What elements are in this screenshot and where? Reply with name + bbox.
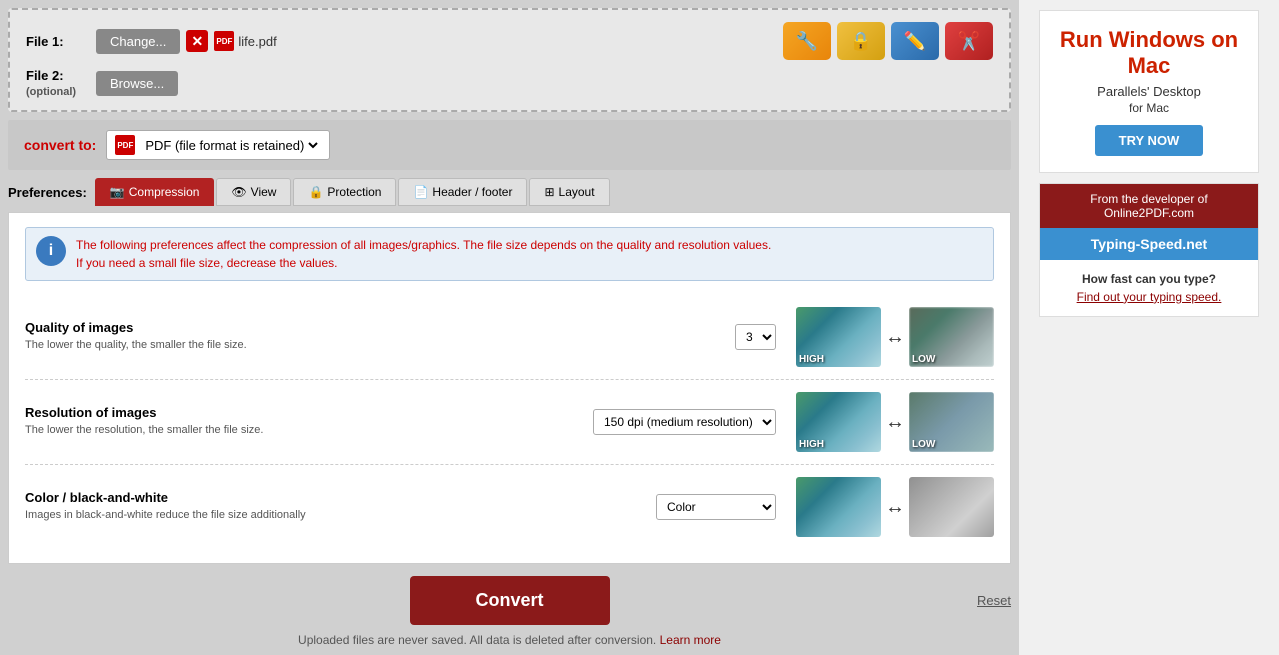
resolution-high-preview: HIGH: [796, 392, 881, 452]
sidebar: Run Windows on Mac Parallels' Desktop fo…: [1019, 0, 1279, 655]
quality-arrow-icon: ↔: [885, 326, 905, 349]
resolution-low-label: LOW: [912, 439, 935, 450]
learn-more-link[interactable]: Learn more: [660, 633, 721, 647]
info-line2: If you need a small file size, decrease …: [76, 256, 337, 270]
resolution-pref-item: Resolution of images The lower the resol…: [25, 380, 994, 465]
protection-tab-label: Protection: [327, 185, 381, 199]
quality-control[interactable]: 1 2 3 4 5: [735, 324, 776, 350]
tools-button[interactable]: 🔧: [783, 22, 831, 60]
quality-image-preview: HIGH ↔ LOW: [796, 307, 994, 367]
resolution-desc: The lower the resolution, the smaller th…: [25, 423, 573, 438]
preferences-row: Preferences: 📷 Compression 👁 View 🔒 Prot…: [8, 178, 1011, 206]
color-high-preview: [796, 477, 881, 537]
change-button[interactable]: Change...: [96, 29, 180, 54]
toolbar-icons: 🔧 🔒 ✏️ ✂️: [783, 22, 993, 60]
filename: life.pdf: [238, 34, 276, 49]
resolution-low-preview: LOW: [909, 392, 994, 452]
color-title: Color / black-and-white: [25, 490, 636, 505]
color-desc: Images in black-and-white reduce the fil…: [25, 508, 636, 523]
developer-promo-question: How fast can you type?: [1082, 272, 1216, 286]
developer-promo-name[interactable]: Typing-Speed.net: [1040, 228, 1258, 260]
quality-high-preview: HIGH: [796, 307, 881, 367]
tab-compression[interactable]: 📷 Compression: [95, 178, 215, 206]
sidebar-ad-para: for Mac: [1056, 101, 1242, 115]
try-now-button[interactable]: TRY NOW: [1095, 125, 1204, 156]
preferences-label: Preferences:: [8, 185, 87, 200]
color-bw-preview: [909, 477, 994, 537]
color-control[interactable]: Color Black-and-white: [656, 494, 776, 520]
edit-button[interactable]: ✏️: [891, 22, 939, 60]
tab-protection[interactable]: 🔒 Protection: [293, 178, 396, 206]
quality-low-preview: LOW: [909, 307, 994, 367]
color-arrow-icon: ↔: [885, 496, 905, 519]
tab-view[interactable]: 👁 View: [216, 178, 291, 206]
quality-select[interactable]: 1 2 3 4 5: [735, 324, 776, 350]
format-pdf-icon: PDF: [115, 135, 135, 155]
quality-low-label: LOW: [912, 354, 935, 365]
resolution-image-preview: HIGH ↔ LOW: [796, 392, 994, 452]
view-tab-label: View: [251, 185, 277, 199]
info-text: The following preferences affect the com…: [76, 236, 771, 272]
preferences-content: i The following preferences affect the c…: [8, 212, 1011, 564]
developer-promo-text: How fast can you type? Find out your typ…: [1040, 260, 1258, 316]
developer-from: From the developer of Online2PDF.com: [1040, 184, 1258, 228]
resolution-select[interactable]: 72 dpi (low resolution) 96 dpi (screen r…: [593, 409, 776, 435]
sidebar-ad-title: Run Windows on Mac: [1056, 27, 1242, 80]
quality-high-label: HIGH: [799, 354, 824, 365]
info-line1: The following preferences affect the com…: [76, 238, 771, 252]
quality-desc: The lower the quality, the smaller the f…: [25, 338, 715, 353]
file2-optional: (optional): [26, 86, 76, 98]
header-footer-tab-icon: 📄: [413, 185, 428, 199]
convert-btn-row: Convert Reset: [8, 576, 1011, 625]
color-image-preview: ↔: [796, 477, 994, 537]
resolution-title: Resolution of images: [25, 405, 573, 420]
tab-header-footer[interactable]: 📄 Header / footer: [398, 178, 527, 206]
view-tab-icon: 👁: [231, 185, 246, 199]
sidebar-ad-subtitle: Parallels' Desktop: [1056, 84, 1242, 99]
sidebar-developer-box: From the developer of Online2PDF.com Typ…: [1039, 183, 1259, 317]
pdf-badge: PDF: [214, 31, 234, 51]
file2-label-group: File 2: (optional): [26, 68, 96, 98]
compression-tab-label: Compression: [129, 185, 200, 199]
header-footer-tab-label: Header / footer: [432, 185, 512, 199]
color-select[interactable]: Color Black-and-white: [656, 494, 776, 520]
info-box: i The following preferences affect the c…: [25, 227, 994, 281]
preferences-tabs: 📷 Compression 👁 View 🔒 Protection 📄 Head…: [95, 178, 610, 206]
resolution-high-label: HIGH: [799, 439, 824, 450]
layout-tab-label: Layout: [559, 185, 595, 199]
footer-message: Uploaded files are never saved. All data…: [298, 633, 656, 647]
info-icon: i: [36, 236, 66, 266]
convert-to-row: convert to: PDF PDF (file format is reta…: [8, 120, 1011, 170]
developer-promo-link[interactable]: Find out your typing speed.: [1077, 290, 1222, 304]
quality-pref-left: Quality of images The lower the quality,…: [25, 320, 715, 353]
convert-button[interactable]: Convert: [410, 576, 610, 625]
pdf-file-indicator: PDF life.pdf: [214, 31, 276, 51]
lock-button[interactable]: 🔒: [837, 22, 885, 60]
developer-from-text: From the developer of: [1090, 192, 1207, 206]
format-select-dropdown[interactable]: PDF (file format is retained): [141, 137, 321, 154]
browse-button[interactable]: Browse...: [96, 71, 178, 96]
quality-title: Quality of images: [25, 320, 715, 335]
footer-text: Uploaded files are never saved. All data…: [8, 633, 1011, 647]
reset-link[interactable]: Reset: [977, 593, 1011, 608]
tab-layout[interactable]: ⊞ Layout: [529, 178, 609, 206]
file1-label: File 1:: [26, 34, 96, 49]
resolution-pref-left: Resolution of images The lower the resol…: [25, 405, 573, 438]
file2-label: File 2:: [26, 68, 64, 83]
convert-to-label: convert to:: [24, 137, 96, 153]
format-selector[interactable]: PDF PDF (file format is retained): [106, 130, 330, 160]
sidebar-ad: Run Windows on Mac Parallels' Desktop fo…: [1039, 10, 1259, 173]
color-pref-left: Color / black-and-white Images in black-…: [25, 490, 636, 523]
layout-tab-icon: ⊞: [544, 185, 554, 199]
scissors-button[interactable]: ✂️: [945, 22, 993, 60]
quality-pref-item: Quality of images The lower the quality,…: [25, 295, 994, 380]
delete-file-icon[interactable]: ✕: [186, 30, 208, 52]
resolution-arrow-icon: ↔: [885, 411, 905, 434]
protection-tab-icon: 🔒: [308, 185, 323, 199]
compression-tab-icon: 📷: [110, 185, 125, 199]
developer-site: Online2PDF.com: [1104, 206, 1194, 220]
resolution-control[interactable]: 72 dpi (low resolution) 96 dpi (screen r…: [593, 409, 776, 435]
color-pref-item: Color / black-and-white Images in black-…: [25, 465, 994, 549]
